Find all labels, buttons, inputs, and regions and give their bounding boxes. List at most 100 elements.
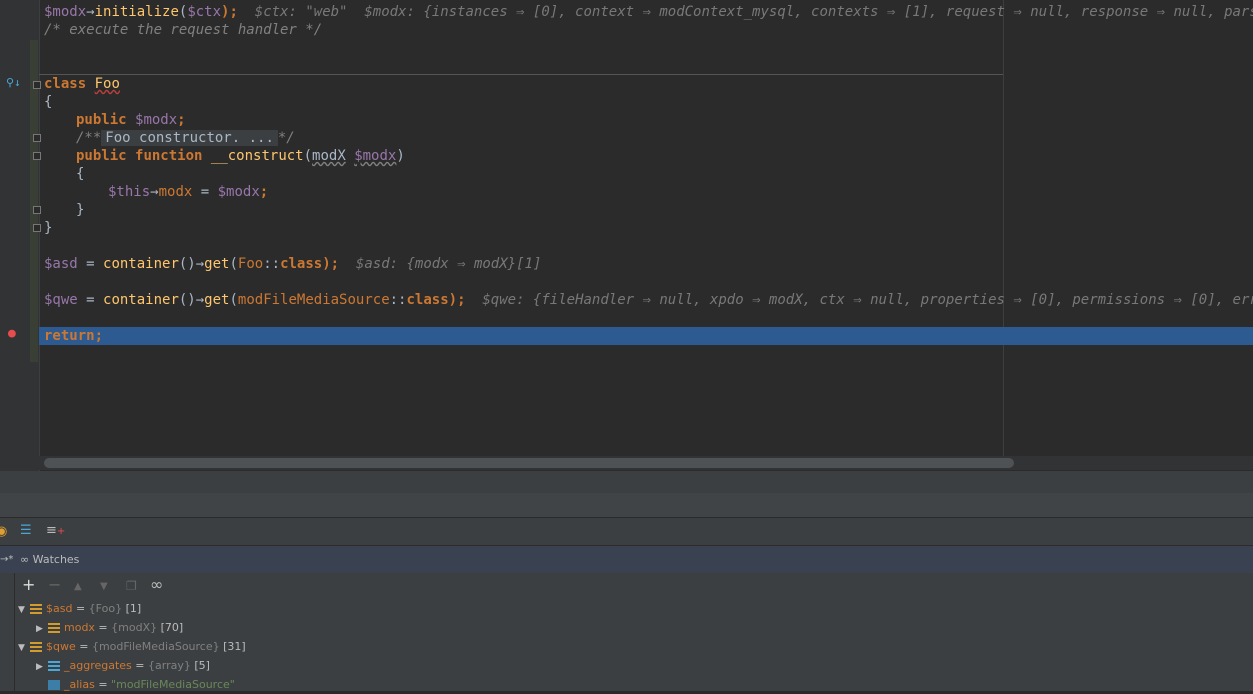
token: $modx — [44, 4, 86, 20]
inline-debug-value: $ctx: "web" $modx: {instances ⇒ [0], con… — [238, 4, 1253, 20]
var-eq: = — [95, 678, 111, 691]
string-icon — [48, 680, 60, 690]
move-up-button[interactable]: ▲ — [74, 580, 82, 594]
token: class — [406, 292, 448, 308]
var-name: _aggregates — [64, 659, 132, 672]
expand-toggle-icon[interactable]: ▼ — [18, 601, 30, 620]
folded-region[interactable]: Foo constructor. ... — [101, 130, 278, 146]
token: get — [204, 292, 229, 308]
move-down-button[interactable]: ▼ — [100, 580, 108, 594]
fold-marker[interactable] — [33, 224, 41, 232]
panel-splitter[interactable] — [0, 471, 1253, 493]
token: ( — [229, 256, 237, 272]
fold-marker[interactable] — [33, 206, 41, 214]
token: modx — [159, 184, 193, 200]
breakpoint-icon[interactable]: ● — [8, 328, 16, 340]
fold-marker[interactable] — [33, 152, 41, 160]
token: ); — [449, 292, 466, 308]
copy-button[interactable]: ❐ — [126, 579, 137, 593]
fold-marker[interactable] — [33, 81, 41, 89]
watches-tab-bar[interactable]: →* ∞ Watches — [0, 545, 1253, 574]
token: () — [179, 292, 196, 308]
token: $this — [108, 184, 150, 200]
token: Foo — [95, 76, 120, 92]
fold-marker[interactable] — [33, 134, 41, 142]
expand-toggle-icon[interactable]: ▶ — [36, 658, 48, 677]
code-line-asd[interactable]: $asd = container()→get(Foo::class); $asd… — [44, 255, 541, 273]
token: $modx — [218, 184, 260, 200]
code-line-2[interactable]: /* execute the request handler */ — [44, 21, 322, 39]
watches-side-strip — [0, 573, 15, 691]
code-line-return[interactable]: return; — [44, 327, 103, 345]
object-icon — [30, 604, 42, 614]
var-name: modx — [64, 621, 95, 634]
token: Foo — [238, 256, 263, 272]
tree-row-aggregates[interactable]: ▶_aggregates = {array} [5] — [36, 656, 210, 675]
tree-row-asd[interactable]: ▼$asd = {Foo} [1] — [18, 599, 141, 618]
code-line-qwe[interactable]: $qwe = container()→get(modFileMediaSourc… — [44, 291, 1253, 309]
code-line-docblock[interactable]: /**Foo constructor. ...*/ — [76, 129, 295, 147]
glasses-icon: ∞ — [20, 553, 33, 566]
remove-watch-button[interactable]: − — [48, 578, 61, 592]
token: initialize — [95, 4, 179, 20]
code-line-constructor[interactable]: public function __construct(modX $modx) — [76, 147, 405, 165]
token: $modx — [354, 148, 396, 164]
inline-debug-value: $asd: {modx ⇒ modX}[1] — [339, 256, 541, 272]
execution-point-highlight — [39, 327, 1253, 345]
var-name: $asd — [46, 602, 72, 615]
var-eq: = — [95, 621, 111, 634]
arrow-icon: →* — [0, 553, 13, 567]
token: = — [78, 256, 103, 272]
debugger-icon[interactable]: ◉ — [0, 525, 7, 539]
code-line-assign[interactable]: $this→modx = $modx; — [108, 183, 268, 201]
token: modFileMediaSource — [238, 292, 390, 308]
token: → — [86, 4, 94, 20]
token: class — [44, 76, 86, 92]
var-name: $qwe — [46, 640, 76, 653]
code-line-brace[interactable]: } — [76, 201, 84, 219]
token: class — [280, 256, 322, 272]
code-line-brace[interactable]: { — [76, 165, 84, 183]
frames-icon[interactable]: ☰ — [20, 524, 32, 538]
inline-debug-value: $qwe: {fileHandler ⇒ null, xpdo ⇒ modX, … — [466, 292, 1253, 308]
watches-toolbar: + − ▲ ▼ ❐ ∞ — [0, 573, 1253, 599]
code-line-property[interactable]: public $modx; — [76, 111, 186, 129]
token: /** — [76, 130, 101, 146]
token: public — [76, 112, 127, 128]
var-eq: = — [132, 659, 148, 672]
var-eq: = — [76, 640, 92, 653]
token: → — [150, 184, 158, 200]
code-line-1[interactable]: $modx→initialize($ctx); $ctx: "web" $mod… — [44, 3, 1253, 21]
token: () — [179, 256, 196, 272]
var-name: _alias — [64, 678, 95, 691]
right-margin-guide — [1003, 0, 1004, 460]
token: = — [192, 184, 217, 200]
token: → — [196, 256, 204, 272]
code-editor[interactable]: ⚲↓ ● $modx→initialize($ctx); $ctx: "web"… — [0, 0, 1253, 471]
token: :: — [263, 256, 280, 272]
tree-row-qwe[interactable]: ▼$qwe = {modFileMediaSource} [31] — [18, 637, 246, 656]
var-type: {array} — [148, 659, 191, 672]
token: __construct — [211, 148, 304, 164]
expand-toggle-icon[interactable]: ▼ — [18, 639, 30, 658]
code-line-brace[interactable]: { — [44, 93, 52, 111]
watches-title[interactable]: ∞ Watches — [20, 553, 79, 566]
code-line-brace[interactable]: } — [44, 219, 52, 237]
horizontal-scrollbar-thumb[interactable] — [44, 458, 1014, 468]
token: :: — [390, 292, 407, 308]
token: modX — [312, 148, 346, 164]
token: $modx — [135, 112, 177, 128]
glasses-button[interactable]: ∞ — [150, 578, 163, 592]
tree-row-modx[interactable]: ▶modx = {modX} [70] — [36, 618, 183, 637]
tree-row-alias[interactable]: _alias = "modFileMediaSource" — [48, 675, 235, 694]
implements-icon[interactable]: ⚲↓ — [6, 77, 21, 89]
code-line-class[interactable]: class Foo — [44, 75, 120, 93]
add-watch-button[interactable]: + — [22, 578, 35, 592]
watches-label: Watches — [33, 553, 80, 566]
var-count: [70] — [157, 621, 183, 634]
watches-tree[interactable]: ▼$asd = {Foo} [1] ▶modx = {modX} [70] ▼$… — [0, 599, 1253, 691]
array-icon — [48, 661, 60, 671]
variables-icon[interactable]: ≡+ — [46, 524, 65, 539]
var-count: [31] — [220, 640, 246, 653]
token: $ctx — [187, 4, 221, 20]
